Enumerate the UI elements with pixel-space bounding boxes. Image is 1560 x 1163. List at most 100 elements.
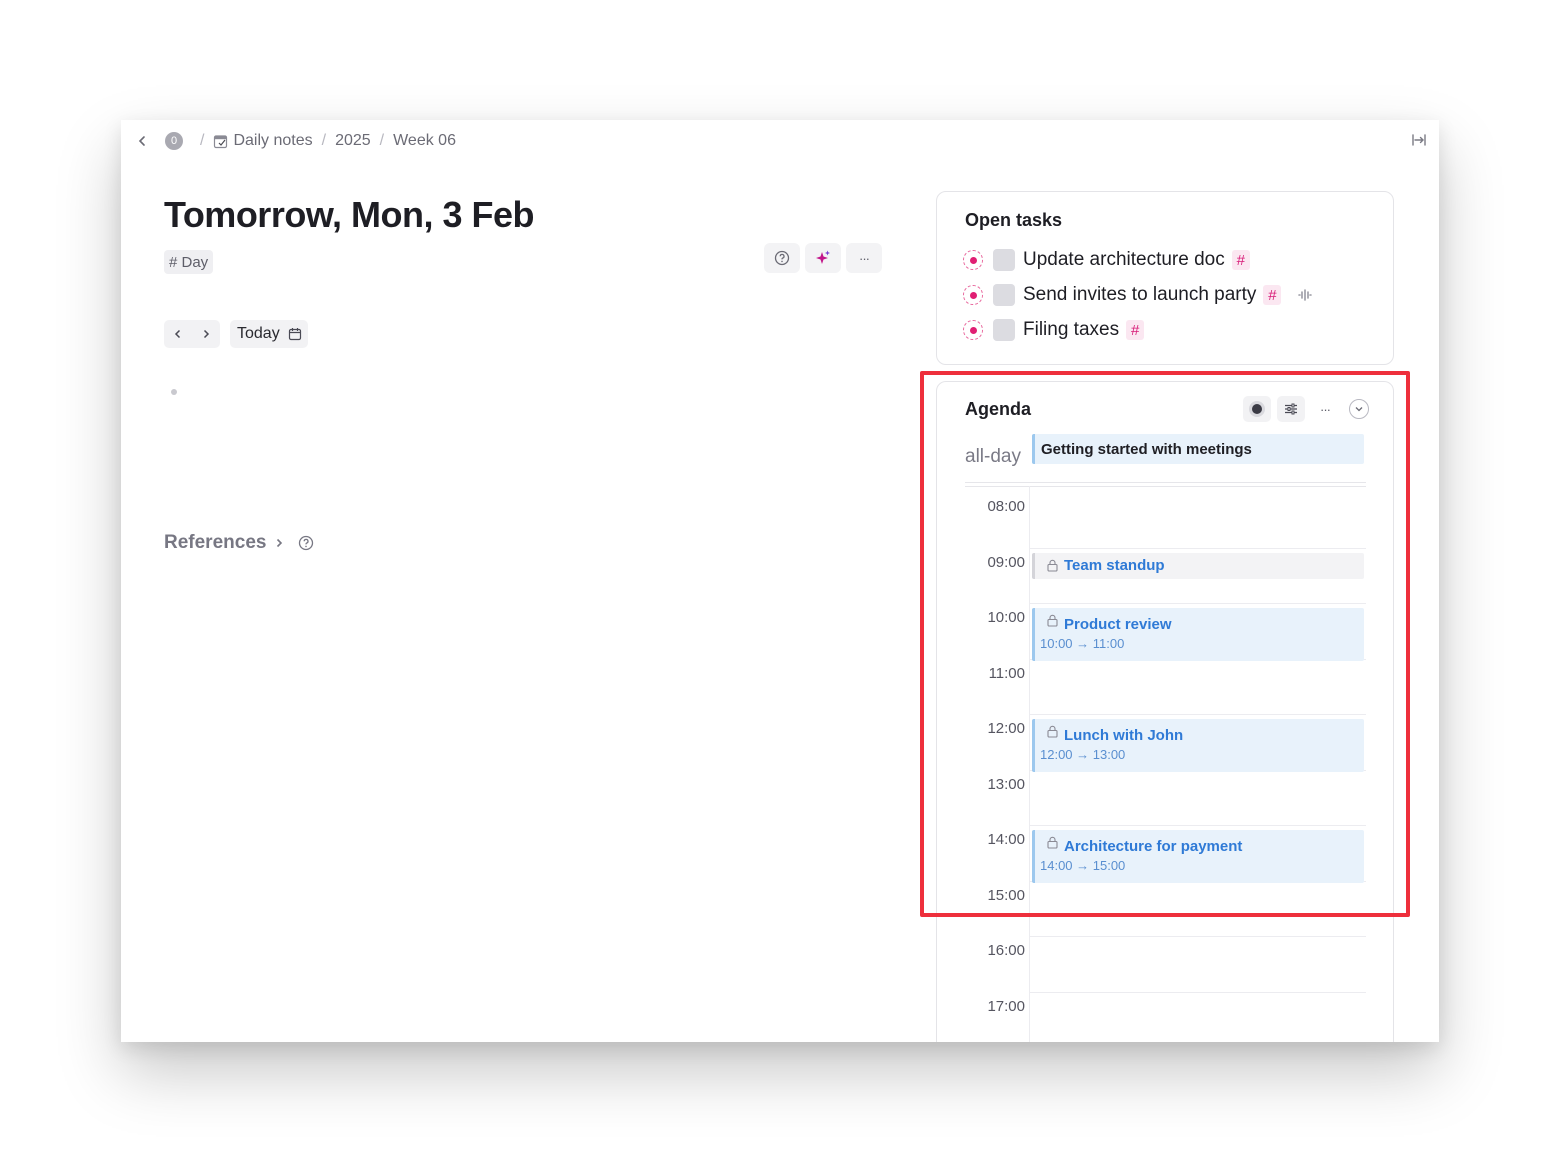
empty-bullet[interactable]: [171, 389, 177, 395]
all-day-event[interactable]: Getting started with meetings: [1032, 434, 1364, 464]
note-toolbar: ···: [764, 243, 882, 273]
calendar-note-icon: [214, 134, 228, 148]
more-button[interactable]: ···: [846, 243, 882, 273]
page-title: Tomorrow, Mon, 3 Feb: [164, 194, 535, 235]
agenda-collapse-button[interactable]: [1349, 399, 1369, 419]
hour-row: 15:00: [965, 880, 1366, 937]
references-section: References: [164, 532, 314, 554]
calendar-event[interactable]: Architecture for payment 14:00 → 15:00: [1032, 830, 1364, 883]
task-checkbox[interactable]: [993, 319, 1015, 341]
lock-icon: [1047, 559, 1058, 572]
record-icon: [1252, 404, 1262, 414]
divider: [965, 486, 1366, 487]
divider: [965, 482, 1366, 483]
task-item: Update architecture doc #: [963, 247, 1250, 273]
hour-label: 16:00: [987, 942, 1025, 959]
event-title: Team standup: [1064, 557, 1165, 574]
open-tasks-card: Open tasks Update architecture doc # Sen…: [936, 191, 1394, 365]
open-tasks-title: Open tasks: [965, 210, 1063, 230]
event-title: Product review: [1064, 616, 1172, 633]
hour-label: 17:00: [987, 997, 1025, 1015]
task-item: Send invites to launch party #: [963, 282, 1313, 308]
filter-button[interactable]: [1277, 396, 1305, 422]
chevron-left-icon[interactable]: [135, 134, 149, 148]
hour-label: 11:00: [988, 664, 1025, 682]
help-button[interactable]: [764, 243, 800, 273]
task-label[interactable]: Filing taxes: [1023, 319, 1119, 341]
breadcrumb-separator: /: [379, 132, 385, 149]
calendar-event[interactable]: Team standup: [1032, 553, 1364, 579]
collapse-panel-icon[interactable]: [1411, 132, 1427, 148]
chevron-right-icon[interactable]: [274, 537, 284, 549]
task-label[interactable]: Send invites to launch party: [1023, 284, 1256, 306]
hour-row: 16:00: [965, 936, 1366, 992]
hour-line: [1029, 825, 1366, 826]
more-icon: ···: [859, 250, 870, 266]
agenda-toolbar: ···: [1243, 396, 1369, 422]
breadcrumb-week[interactable]: Week 06: [393, 132, 456, 150]
agenda-title: Agenda: [965, 399, 1032, 419]
calendar-event[interactable]: Product review 10:00 → 11:00: [1032, 608, 1364, 661]
hour-row: 17:00: [965, 991, 1366, 1043]
agenda-more-button[interactable]: ···: [1311, 396, 1339, 422]
hour-line: [1029, 714, 1366, 715]
breadcrumb-label: Daily notes: [233, 132, 313, 149]
hour-line: [1029, 603, 1366, 604]
priority-icon[interactable]: [963, 285, 983, 305]
chevron-right-icon: [203, 329, 210, 339]
task-checkbox[interactable]: [993, 284, 1015, 306]
hour-label: 13:00: [987, 775, 1025, 793]
record-button[interactable]: [1243, 396, 1271, 422]
today-button[interactable]: Today: [230, 320, 308, 348]
note-window: 0 / Daily notes / 2025 / Week 06 Tomorro…: [121, 120, 1439, 1042]
hour-line: [1029, 991, 1366, 993]
home-badge[interactable]: 0: [165, 132, 183, 150]
audio-wave-icon[interactable]: [1297, 289, 1313, 301]
agenda-card: Agenda ··· all-day Getting started with …: [936, 381, 1394, 1042]
priority-icon[interactable]: [963, 320, 983, 340]
task-tag[interactable]: #: [1126, 320, 1145, 340]
event-time: 14:00 → 15:00: [1040, 858, 1126, 873]
sliders-icon: [1285, 403, 1297, 415]
event-title: Lunch with John: [1064, 727, 1184, 744]
lock-icon: [1047, 836, 1058, 849]
event-time: 10:00 → 11:00: [1040, 636, 1125, 651]
chevron-down-icon: [1355, 407, 1363, 412]
event-time: 12:00 → 13:00: [1040, 747, 1126, 762]
task-tag[interactable]: #: [1231, 250, 1250, 270]
help-icon: [774, 250, 790, 266]
task-label[interactable]: Update architecture doc: [1023, 249, 1225, 271]
ai-assist-button[interactable]: [805, 243, 841, 273]
hour-row: 11:00: [965, 658, 1366, 715]
help-icon[interactable]: [298, 535, 314, 551]
calendar-icon: [288, 328, 301, 341]
hour-label: 15:00: [987, 886, 1025, 904]
breadcrumb: 0 / Daily notes / 2025 / Week 06: [135, 130, 456, 152]
hour-label: 12:00: [987, 720, 1025, 737]
hour-line: [1029, 936, 1366, 937]
hour-label: 14:00: [987, 831, 1025, 848]
hour-row: 13:00: [965, 769, 1366, 826]
date-navigation: Today: [164, 320, 308, 348]
task-checkbox[interactable]: [993, 249, 1015, 271]
calendar-event[interactable]: Lunch with John 12:00 → 13:00: [1032, 719, 1364, 772]
chevron-left-icon: [174, 329, 181, 339]
task-item: Filing taxes #: [963, 317, 1145, 343]
lock-icon: [1047, 614, 1058, 627]
breadcrumb-year[interactable]: 2025: [335, 132, 371, 150]
lock-icon: [1047, 725, 1058, 738]
references-label[interactable]: References: [164, 532, 266, 554]
task-tag[interactable]: #: [1263, 285, 1282, 305]
previous-day-button[interactable]: [164, 320, 192, 348]
breadcrumb-daily-notes[interactable]: Daily notes: [213, 132, 313, 150]
date-arrows: [164, 320, 220, 348]
priority-icon[interactable]: [963, 250, 983, 270]
breadcrumb-separator: /: [200, 132, 205, 149]
breadcrumb-separator: /: [321, 132, 327, 149]
hour-label: 08:00: [987, 498, 1025, 515]
hour-row: 08:00: [965, 492, 1366, 548]
next-day-button[interactable]: [192, 320, 220, 348]
hour-label: 10:00: [987, 609, 1025, 626]
all-day-label: all-day: [965, 446, 1021, 467]
day-tag[interactable]: # Day: [164, 250, 214, 274]
